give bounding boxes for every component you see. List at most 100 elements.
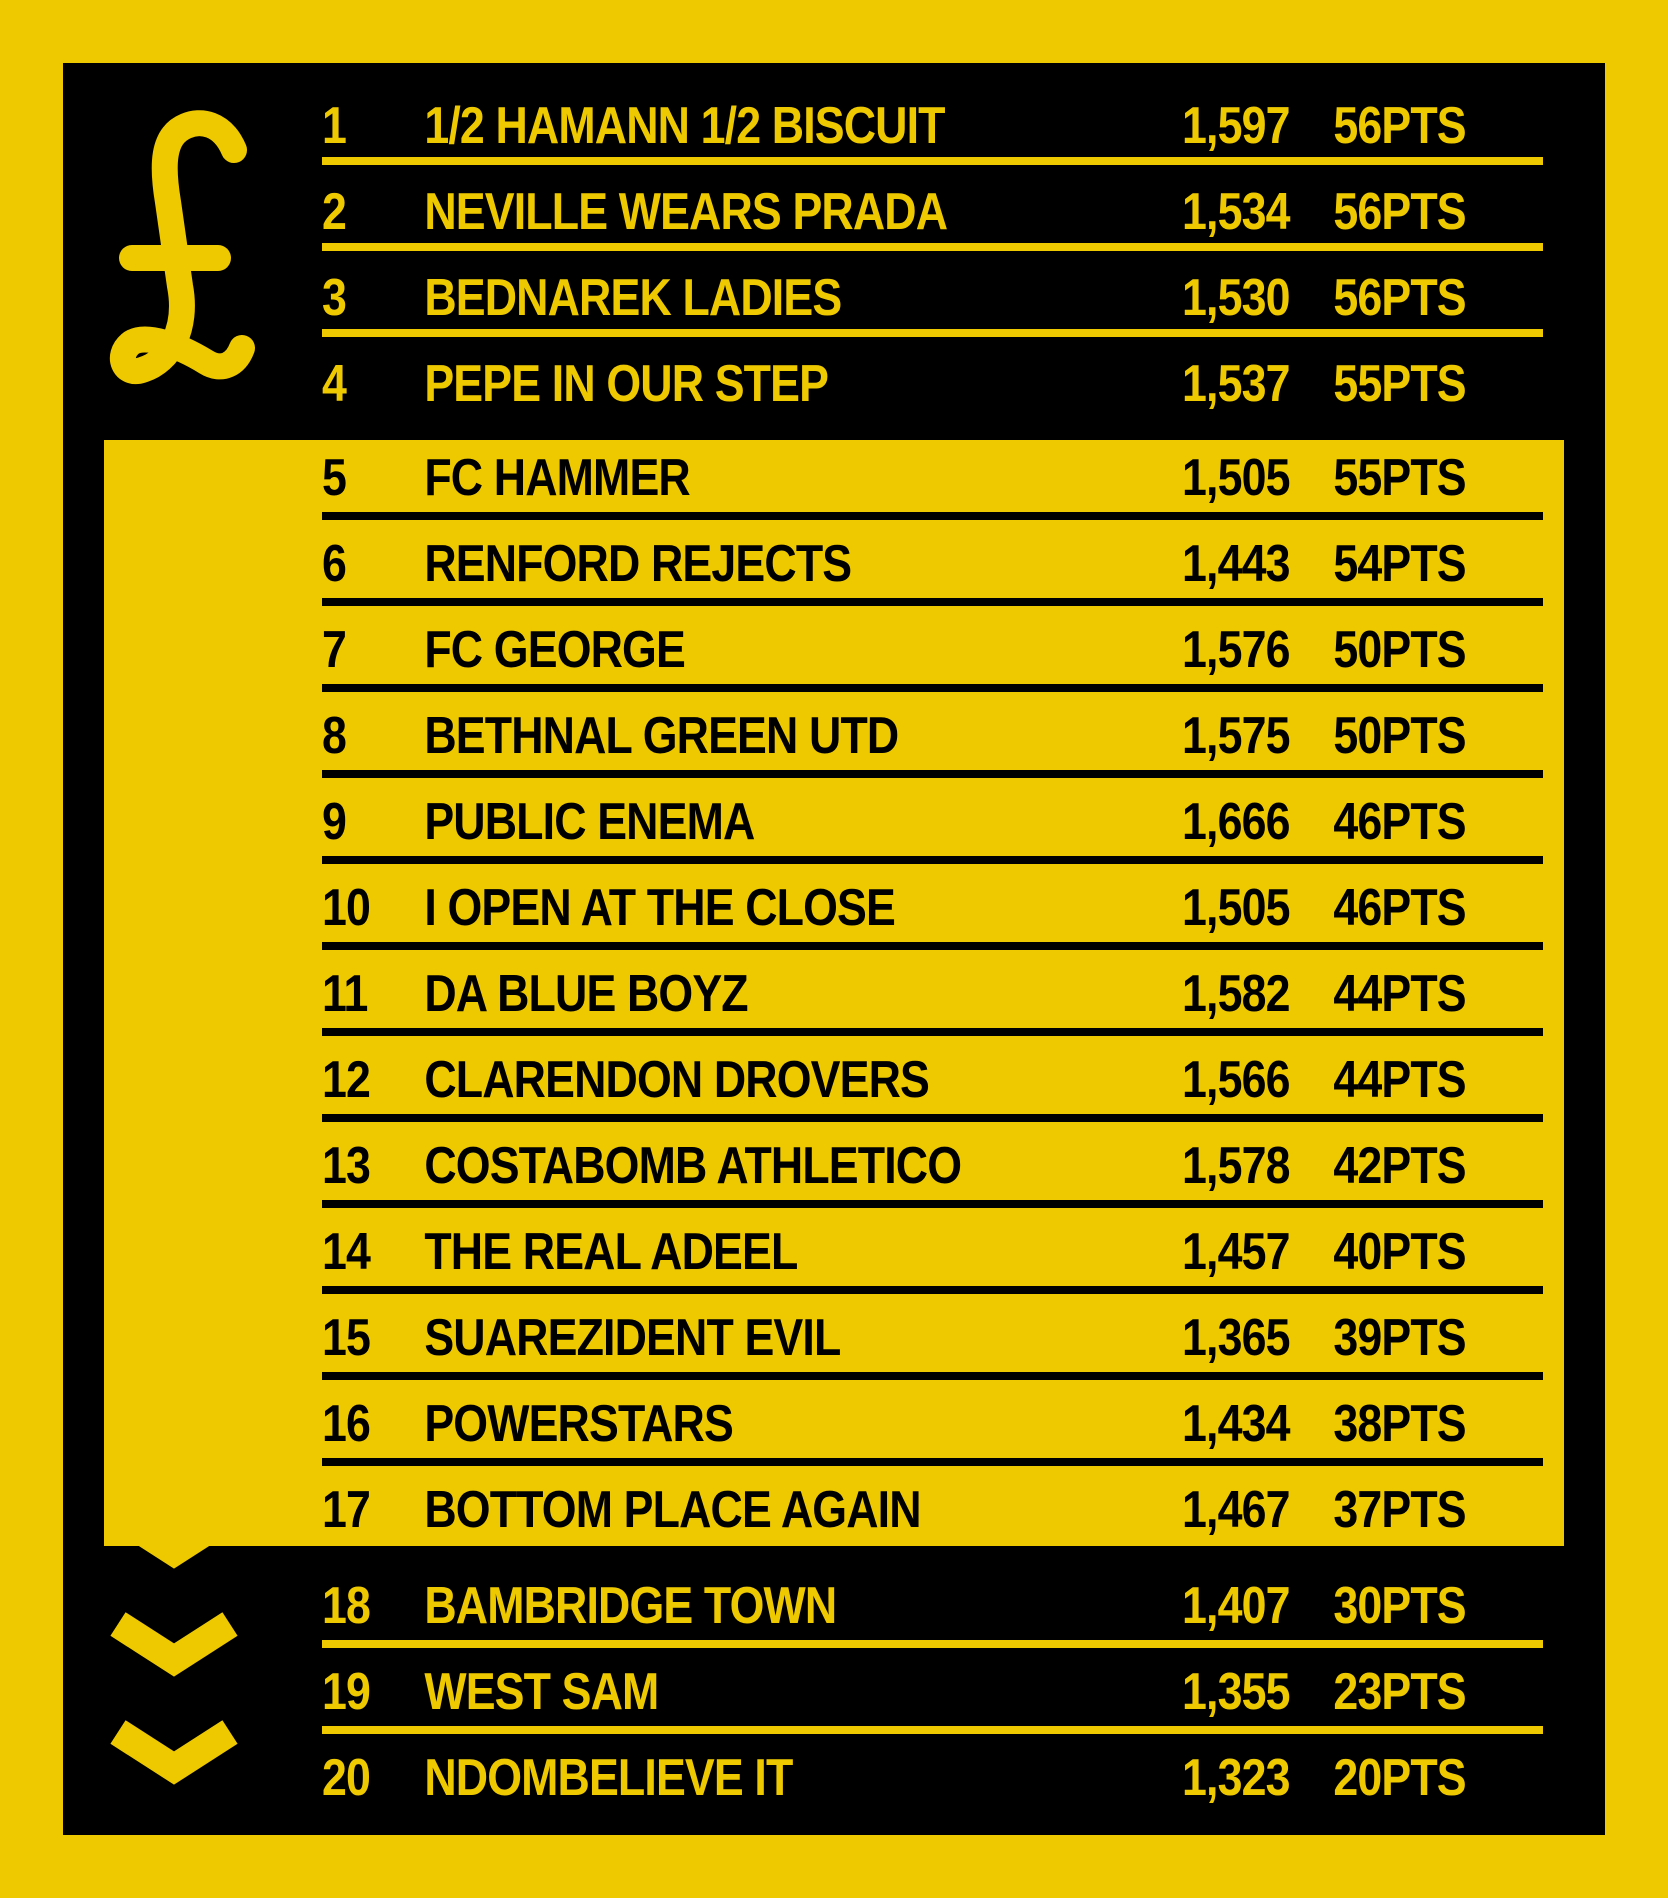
points-cell: 40PTS [1333, 1223, 1466, 1281]
row-divider [322, 856, 1543, 864]
rank-cell: 10 [322, 879, 371, 937]
row-divider [322, 1286, 1543, 1294]
team-name: CLARENDON DROVERS [424, 1051, 930, 1109]
team-name: THE REAL ADEEL [424, 1223, 798, 1281]
score-cell: 1,537 [1182, 355, 1290, 413]
rank-cell: 5 [322, 449, 347, 507]
row-divider [322, 243, 1543, 251]
rank-cell: 19 [322, 1663, 371, 1721]
score-cell: 1,505 [1182, 879, 1290, 937]
rank-cell: 16 [322, 1395, 371, 1453]
row-divider [322, 1372, 1543, 1380]
team-name: I OPEN AT THE CLOSE [424, 879, 896, 937]
table-row: 12 CLARENDON DROVERS 1,566 44PTS [322, 1037, 1467, 1123]
score-cell: 1,566 [1182, 1051, 1290, 1109]
score-cell: 1,505 [1182, 449, 1290, 507]
table-row: 9 PUBLIC ENEMA 1,666 46PTS [322, 779, 1467, 865]
team-name: PUBLIC ENEMA [424, 793, 755, 851]
table-row: 17 BOTTOM PLACE AGAIN 1,467 37PTS [322, 1467, 1467, 1553]
table-row: 6 RENFORD REJECTS 1,443 54PTS [322, 521, 1467, 607]
team-name: WEST SAM [424, 1663, 659, 1721]
points-cell: 20PTS [1333, 1749, 1466, 1807]
team-name: NDOMBELIEVE IT [424, 1749, 793, 1807]
points-cell: 46PTS [1333, 793, 1466, 851]
points-cell: 55PTS [1333, 449, 1466, 507]
row-divider [322, 157, 1543, 165]
points-cell: 37PTS [1333, 1481, 1466, 1539]
points-cell: 50PTS [1333, 707, 1466, 765]
team-name: DA BLUE BOYZ [424, 965, 748, 1023]
team-name: COSTABOMB ATHLETICO [424, 1137, 962, 1195]
score-cell: 1,407 [1182, 1577, 1290, 1635]
row-divider [322, 329, 1543, 337]
rank-cell: 15 [322, 1309, 371, 1367]
team-name: FC GEORGE [424, 621, 685, 679]
score-cell: 1,666 [1182, 793, 1290, 851]
rank-cell: 11 [322, 965, 368, 1023]
points-cell: 50PTS [1333, 621, 1466, 679]
score-cell: 1,575 [1182, 707, 1290, 765]
row-divider [322, 684, 1543, 692]
rank-cell: 4 [322, 355, 347, 413]
row-divider [322, 1200, 1543, 1208]
table-row: 10 I OPEN AT THE CLOSE 1,505 46PTS [322, 865, 1467, 951]
points-cell: 55PTS [1333, 355, 1466, 413]
row-divider [322, 770, 1543, 778]
score-cell: 1,443 [1182, 535, 1290, 593]
score-cell: 1,457 [1182, 1223, 1290, 1281]
team-name: SUAREZIDENT EVIL [424, 1309, 841, 1367]
team-name: BOTTOM PLACE AGAIN [424, 1481, 921, 1539]
team-name: BAMBRIDGE TOWN [424, 1577, 837, 1635]
points-cell: 39PTS [1333, 1309, 1466, 1367]
team-name: PEPE IN OUR STEP [424, 355, 829, 413]
rank-cell: 6 [322, 535, 347, 593]
table-row: 8 BETHNAL GREEN UTD 1,575 50PTS [322, 693, 1467, 779]
table-row: 4 PEPE IN OUR STEP 1,537 55PTS [322, 341, 1467, 427]
pound-icon [109, 110, 255, 384]
points-cell: 30PTS [1333, 1577, 1466, 1635]
team-name: BETHNAL GREEN UTD [424, 707, 899, 765]
score-cell: 1,578 [1182, 1137, 1290, 1195]
rank-cell: 12 [322, 1051, 371, 1109]
rank-cell: 17 [322, 1481, 371, 1539]
score-cell: 1,434 [1182, 1395, 1290, 1453]
row-divider [322, 942, 1543, 950]
row-divider [322, 1114, 1543, 1122]
points-cell: 42PTS [1333, 1137, 1466, 1195]
table-row: 13 COSTABOMB ATHLETICO 1,578 42PTS [322, 1123, 1467, 1209]
score-cell: 1,582 [1182, 965, 1290, 1023]
table-row: 16 POWERSTARS 1,434 38PTS [322, 1381, 1467, 1467]
row-divider [322, 598, 1543, 606]
row-divider [322, 1458, 1543, 1466]
table-row: 14 THE REAL ADEEL 1,457 40PTS [322, 1209, 1467, 1295]
points-cell: 54PTS [1333, 535, 1466, 593]
row-divider [322, 1640, 1543, 1648]
points-cell: 38PTS [1333, 1395, 1466, 1453]
score-cell: 1,323 [1182, 1749, 1290, 1807]
table-row: 5 FC HAMMER 1,505 55PTS [322, 435, 1467, 521]
table-row: 20 NDOMBELIEVE IT 1,323 20PTS [322, 1735, 1467, 1821]
score-cell: 1,576 [1182, 621, 1290, 679]
score-cell: 1,365 [1182, 1309, 1290, 1367]
row-divider [322, 1726, 1543, 1734]
row-divider [322, 512, 1543, 520]
rank-cell: 8 [322, 707, 347, 765]
score-cell: 1,355 [1182, 1663, 1290, 1721]
points-cell: 46PTS [1333, 879, 1466, 937]
triple-chevron-down-icon [110, 1504, 238, 1785]
table-row: 11 DA BLUE BOYZ 1,582 44PTS [322, 951, 1467, 1037]
rank-cell: 7 [322, 621, 347, 679]
points-cell: 44PTS [1333, 1051, 1466, 1109]
team-name: POWERSTARS [424, 1395, 733, 1453]
rank-cell: 13 [322, 1137, 371, 1195]
points-cell: 23PTS [1333, 1663, 1466, 1721]
rank-cell: 20 [322, 1749, 371, 1807]
points-cell: 44PTS [1333, 965, 1466, 1023]
rank-cell: 14 [322, 1223, 371, 1281]
score-cell: 1,467 [1182, 1481, 1290, 1539]
table-row: 7 FC GEORGE 1,576 50PTS [322, 607, 1467, 693]
rank-cell: 18 [322, 1577, 371, 1635]
table-row: 19 WEST SAM 1,355 23PTS [322, 1649, 1467, 1735]
rank-cell: 9 [322, 793, 347, 851]
table-row: 18 BAMBRIDGE TOWN 1,407 30PTS [322, 1563, 1467, 1649]
